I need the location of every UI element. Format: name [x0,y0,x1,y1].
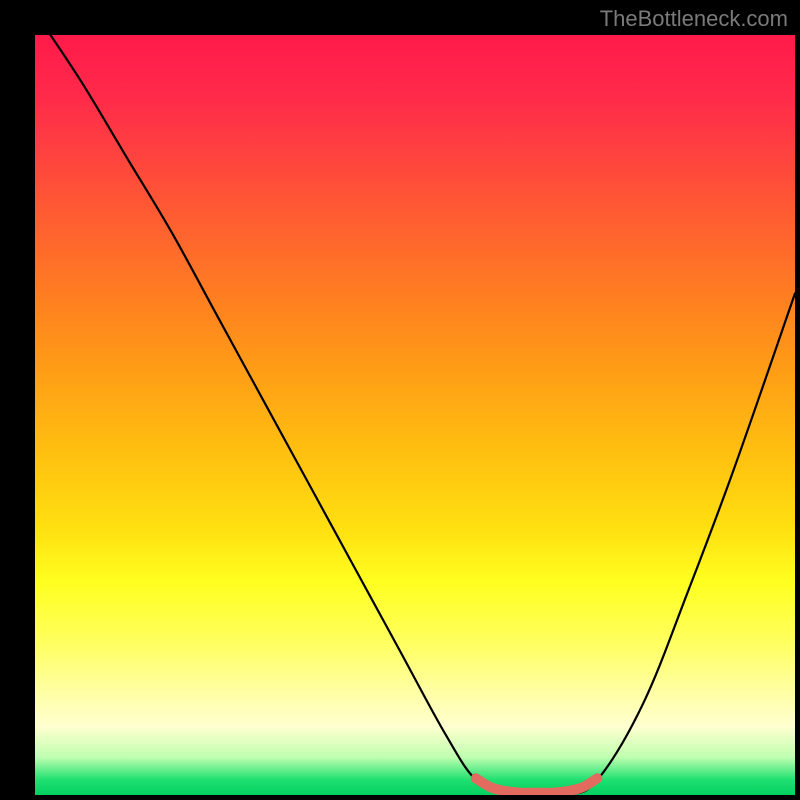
chart-svg [35,35,795,795]
chart-plot-area [35,35,795,795]
optimal-range-marker-line [476,778,598,793]
bottleneck-curve-line [35,35,795,795]
attribution-text: TheBottleneck.com [600,6,788,32]
